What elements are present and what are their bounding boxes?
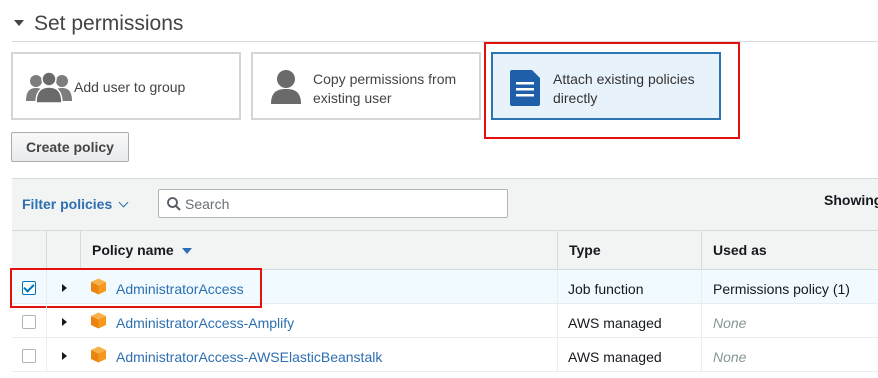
column-header-type[interactable]: Type — [569, 242, 601, 258]
row-checkbox[interactable] — [22, 315, 36, 329]
add-user-to-group-option[interactable]: Add user to group — [11, 52, 241, 120]
user-icon — [271, 70, 301, 104]
policy-used-as: Permissions policy (1) — [713, 281, 850, 297]
search-box[interactable] — [158, 189, 508, 218]
row-checkbox[interactable] — [22, 349, 36, 363]
document-icon — [510, 70, 540, 106]
section-divider — [12, 41, 878, 42]
option-label: Copy permissions from existing user — [313, 71, 457, 106]
search-input[interactable] — [185, 190, 500, 217]
column-divider — [701, 270, 702, 372]
showing-count: Showing — [824, 192, 878, 208]
expand-arrow-icon[interactable] — [62, 284, 67, 292]
attach-existing-policies-option[interactable]: Attach existing policies directly — [491, 52, 721, 120]
policy-type: Job function — [568, 281, 644, 297]
column-header-policy-name[interactable]: Policy name — [92, 242, 174, 258]
policy-used-as: None — [713, 315, 747, 331]
users-group-icon — [26, 71, 72, 103]
policy-type: AWS managed — [568, 315, 662, 331]
option-label: Add user to group — [74, 79, 186, 95]
policy-cube-icon — [91, 278, 106, 295]
column-divider — [46, 270, 47, 372]
column-divider — [701, 230, 702, 270]
expand-arrow-icon[interactable] — [62, 318, 67, 326]
copy-permissions-option[interactable]: Copy permissions from existing user — [251, 52, 481, 120]
policy-used-as: None — [713, 349, 747, 365]
column-divider — [46, 230, 47, 270]
create-policy-button[interactable]: Create policy — [11, 132, 129, 162]
section-title[interactable]: Set permissions — [34, 12, 183, 36]
policy-cube-icon — [91, 346, 106, 363]
sort-descending-icon[interactable] — [182, 248, 192, 254]
column-header-used-as[interactable]: Used as — [713, 242, 767, 258]
column-divider — [557, 230, 558, 270]
policy-name-link[interactable]: AdministratorAccess-AWSElasticBeanstalk — [116, 349, 382, 365]
search-icon — [167, 197, 181, 211]
policy-cube-icon — [91, 312, 106, 329]
policy-type: AWS managed — [568, 349, 662, 365]
filter-policies-dropdown[interactable]: Filter policies — [22, 196, 112, 212]
policy-name-link[interactable]: AdministratorAccess — [116, 281, 244, 297]
column-divider — [557, 270, 558, 372]
row-checkbox[interactable] — [22, 281, 36, 295]
policy-name-link[interactable]: AdministratorAccess-Amplify — [116, 315, 294, 331]
option-label: Attach existing policies directly — [553, 71, 695, 106]
expand-arrow-icon[interactable] — [62, 352, 67, 360]
collapse-caret-icon[interactable] — [14, 20, 24, 26]
column-divider — [80, 230, 81, 270]
